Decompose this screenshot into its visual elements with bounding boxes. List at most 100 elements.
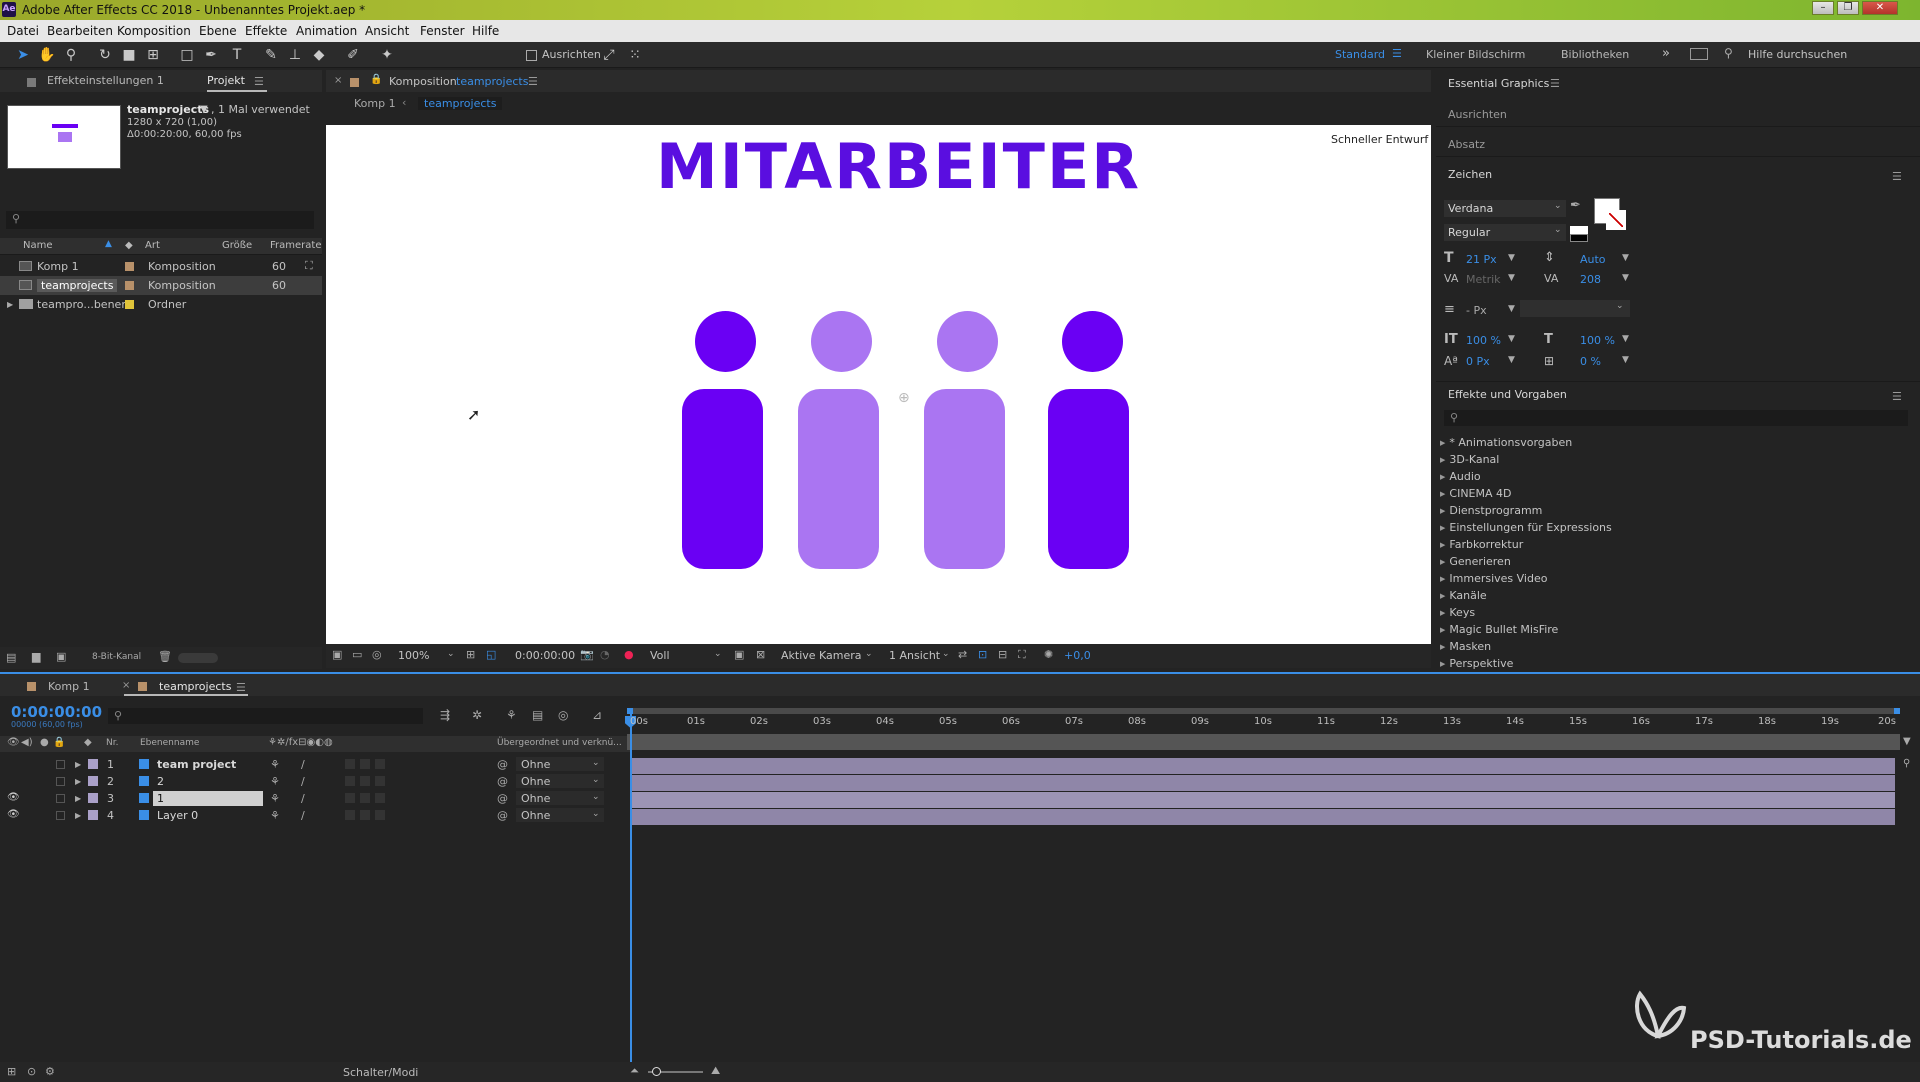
tab-effekteinstellungen[interactable]: Effekteinstellungen 1: [47, 74, 164, 87]
menu-ebene[interactable]: Ebene: [199, 24, 237, 38]
comp-canvas[interactable]: Schneller Entwurf MITARBEITER ⊕ ➚: [326, 125, 1431, 644]
views-dropdown[interactable]: 1 Ansicht: [889, 649, 940, 662]
breadcrumb-komp1[interactable]: Komp 1: [354, 97, 396, 110]
pen-tool-icon[interactable]: ✒: [202, 46, 220, 64]
zoom-dropdown[interactable]: 100%: [398, 649, 429, 662]
ausrichten-checkbox[interactable]: [526, 50, 537, 61]
snap-grid-icon[interactable]: ⁙: [626, 46, 644, 64]
tracking-value[interactable]: 208: [1580, 273, 1601, 286]
show-snapshot-icon[interactable]: ◔: [600, 648, 610, 661]
tsume-value[interactable]: 0 %: [1580, 355, 1601, 368]
vertical-scale-value[interactable]: 100 %: [1466, 334, 1501, 347]
switch-box[interactable]: [345, 793, 355, 803]
person-3-head[interactable]: [937, 311, 998, 372]
menu-animation[interactable]: Animation: [296, 24, 357, 38]
layer-name-edit-field[interactable]: [153, 791, 263, 806]
lock-toggle-icon[interactable]: 🔒: [53, 737, 65, 748]
new-folder-icon[interactable]: ▆: [32, 650, 40, 663]
menu-bearbeiten[interactable]: Bearbeiten: [47, 24, 113, 38]
workspace-standard[interactable]: Standard: [1335, 48, 1385, 61]
effect-category[interactable]: Einstellungen für Expressions: [1440, 521, 1611, 534]
menu-effekte[interactable]: Effekte: [245, 24, 287, 38]
frame-blending-icon[interactable]: ▤: [532, 708, 543, 722]
selection-tool-icon[interactable]: ➤: [14, 46, 32, 64]
camera-tool-icon[interactable]: ■: [120, 46, 138, 64]
timeline-navigator-bar[interactable]: [627, 734, 1900, 750]
effects-presets-title[interactable]: Effekte und Vorgaben: [1448, 388, 1567, 401]
layer-bar[interactable]: [632, 809, 1895, 825]
pickwhip-icon[interactable]: @: [497, 775, 508, 788]
chevron-down-icon[interactable]: ▼: [1508, 273, 1515, 283]
stroke-color-swatch[interactable]: [1606, 210, 1626, 230]
switches-modes-toggle[interactable]: Schalter/Modi: [343, 1066, 418, 1079]
pan-behind-tool-icon[interactable]: ⊞: [144, 46, 162, 64]
label-color-swatch[interactable]: [125, 300, 134, 309]
effect-category[interactable]: Keys: [1440, 606, 1475, 619]
layer-bar[interactable]: [632, 792, 1895, 808]
toggle-pixel-aspect-icon[interactable]: ⇄: [958, 648, 967, 661]
pickwhip-icon[interactable]: @: [497, 809, 508, 822]
interpret-footage-icon[interactable]: ▤: [6, 651, 16, 664]
timeline-tab-komp1[interactable]: Komp 1: [48, 680, 90, 693]
maximize-button[interactable]: ❐: [1837, 1, 1859, 15]
effect-category[interactable]: * Animationsvorgaben: [1440, 436, 1572, 449]
person-2-body[interactable]: [798, 389, 879, 569]
quality-switch-icon[interactable]: ∕: [301, 792, 305, 805]
minimize-button[interactable]: –: [1812, 1, 1834, 15]
font-size-value[interactable]: 21 Px: [1466, 253, 1497, 266]
hand-tool-icon[interactable]: ✋: [38, 46, 56, 64]
expand-arrow-icon[interactable]: ▶: [75, 794, 81, 803]
new-composition-icon[interactable]: ▣: [56, 650, 66, 663]
brush-tool-icon[interactable]: ✎: [262, 46, 280, 64]
project-row[interactable]: ▶ teampro...benen Ordner: [0, 295, 322, 314]
switch-box[interactable]: [360, 759, 370, 769]
effects-menu-icon[interactable]: ☰: [1892, 390, 1902, 403]
switch-box[interactable]: [375, 776, 385, 786]
region-of-interest-icon[interactable]: ▣: [332, 648, 342, 661]
expand-transfer-controls-icon[interactable]: ⊙: [27, 1065, 36, 1078]
current-timecode[interactable]: 0:00:00:00: [11, 703, 102, 721]
expand-in-out-icon[interactable]: ⚙: [45, 1065, 55, 1078]
menu-hilfe[interactable]: Hilfe: [472, 24, 499, 38]
layer-row[interactable]: ▶ 2 2 ⚘ ∕ @ Ohne ⌄: [0, 773, 630, 790]
essential-graphics-tab[interactable]: Essential Graphics: [1448, 77, 1549, 90]
effect-category[interactable]: Perspektive: [1440, 657, 1513, 670]
kerning-value[interactable]: Metrik: [1466, 273, 1501, 286]
effect-category[interactable]: Kanäle: [1440, 589, 1486, 602]
project-menu-icon[interactable]: ☰: [254, 75, 264, 88]
camera-dropdown[interactable]: Aktive Kamera: [781, 649, 862, 662]
tab-projekt[interactable]: Projekt: [207, 74, 245, 87]
playhead[interactable]: [630, 714, 632, 1066]
label-color-swatch[interactable]: [88, 759, 98, 769]
views-chevron-icon[interactable]: ⌄: [942, 649, 950, 659]
graph-editor-icon[interactable]: ⊿: [592, 708, 602, 722]
expand-layer-switches-icon[interactable]: ⊞: [7, 1065, 16, 1078]
switch-box[interactable]: [345, 810, 355, 820]
project-search-input[interactable]: ⚲: [6, 211, 314, 229]
hide-shy-layers-icon[interactable]: ⚘: [506, 708, 517, 722]
effect-category[interactable]: Dienstprogramm: [1440, 504, 1542, 517]
snap-icon[interactable]: ⤢: [600, 46, 618, 64]
menu-datei[interactable]: Datei: [7, 24, 39, 38]
close-tab-icon[interactable]: ×: [122, 680, 130, 691]
workspace-bibliotheken[interactable]: Bibliotheken: [1561, 48, 1629, 61]
person-4-body[interactable]: [1048, 389, 1129, 569]
viewer-timecode[interactable]: 0:00:00:00: [515, 649, 575, 662]
col-framerate[interactable]: Framerate: [270, 240, 321, 251]
solo-toggle-icon[interactable]: ●: [40, 737, 49, 748]
roto-brush-tool-icon[interactable]: ✐: [344, 46, 362, 64]
quality-switch-icon[interactable]: ∕: [301, 758, 305, 771]
baseline-shift-value[interactable]: 0 Px: [1466, 355, 1490, 368]
grid-icon[interactable]: ⊞: [466, 648, 475, 661]
pickwhip-icon[interactable]: @: [497, 758, 508, 771]
timeline-menu-icon[interactable]: ☰: [236, 681, 246, 694]
expand-arrow-icon[interactable]: ▶: [75, 811, 81, 820]
preview-icon[interactable]: ▭: [352, 648, 362, 661]
stroke-type-dropdown[interactable]: ⌄: [1520, 300, 1630, 317]
ausrichten-section[interactable]: Ausrichten: [1448, 108, 1507, 121]
expand-arrow-icon[interactable]: ▶: [75, 777, 81, 786]
camera-chevron-icon[interactable]: ⌄: [865, 649, 873, 659]
effect-category[interactable]: Audio: [1440, 470, 1480, 483]
person-1-body[interactable]: [682, 389, 763, 569]
project-row[interactable]: Komp 1 Komposition 60 ⛶: [0, 257, 322, 276]
